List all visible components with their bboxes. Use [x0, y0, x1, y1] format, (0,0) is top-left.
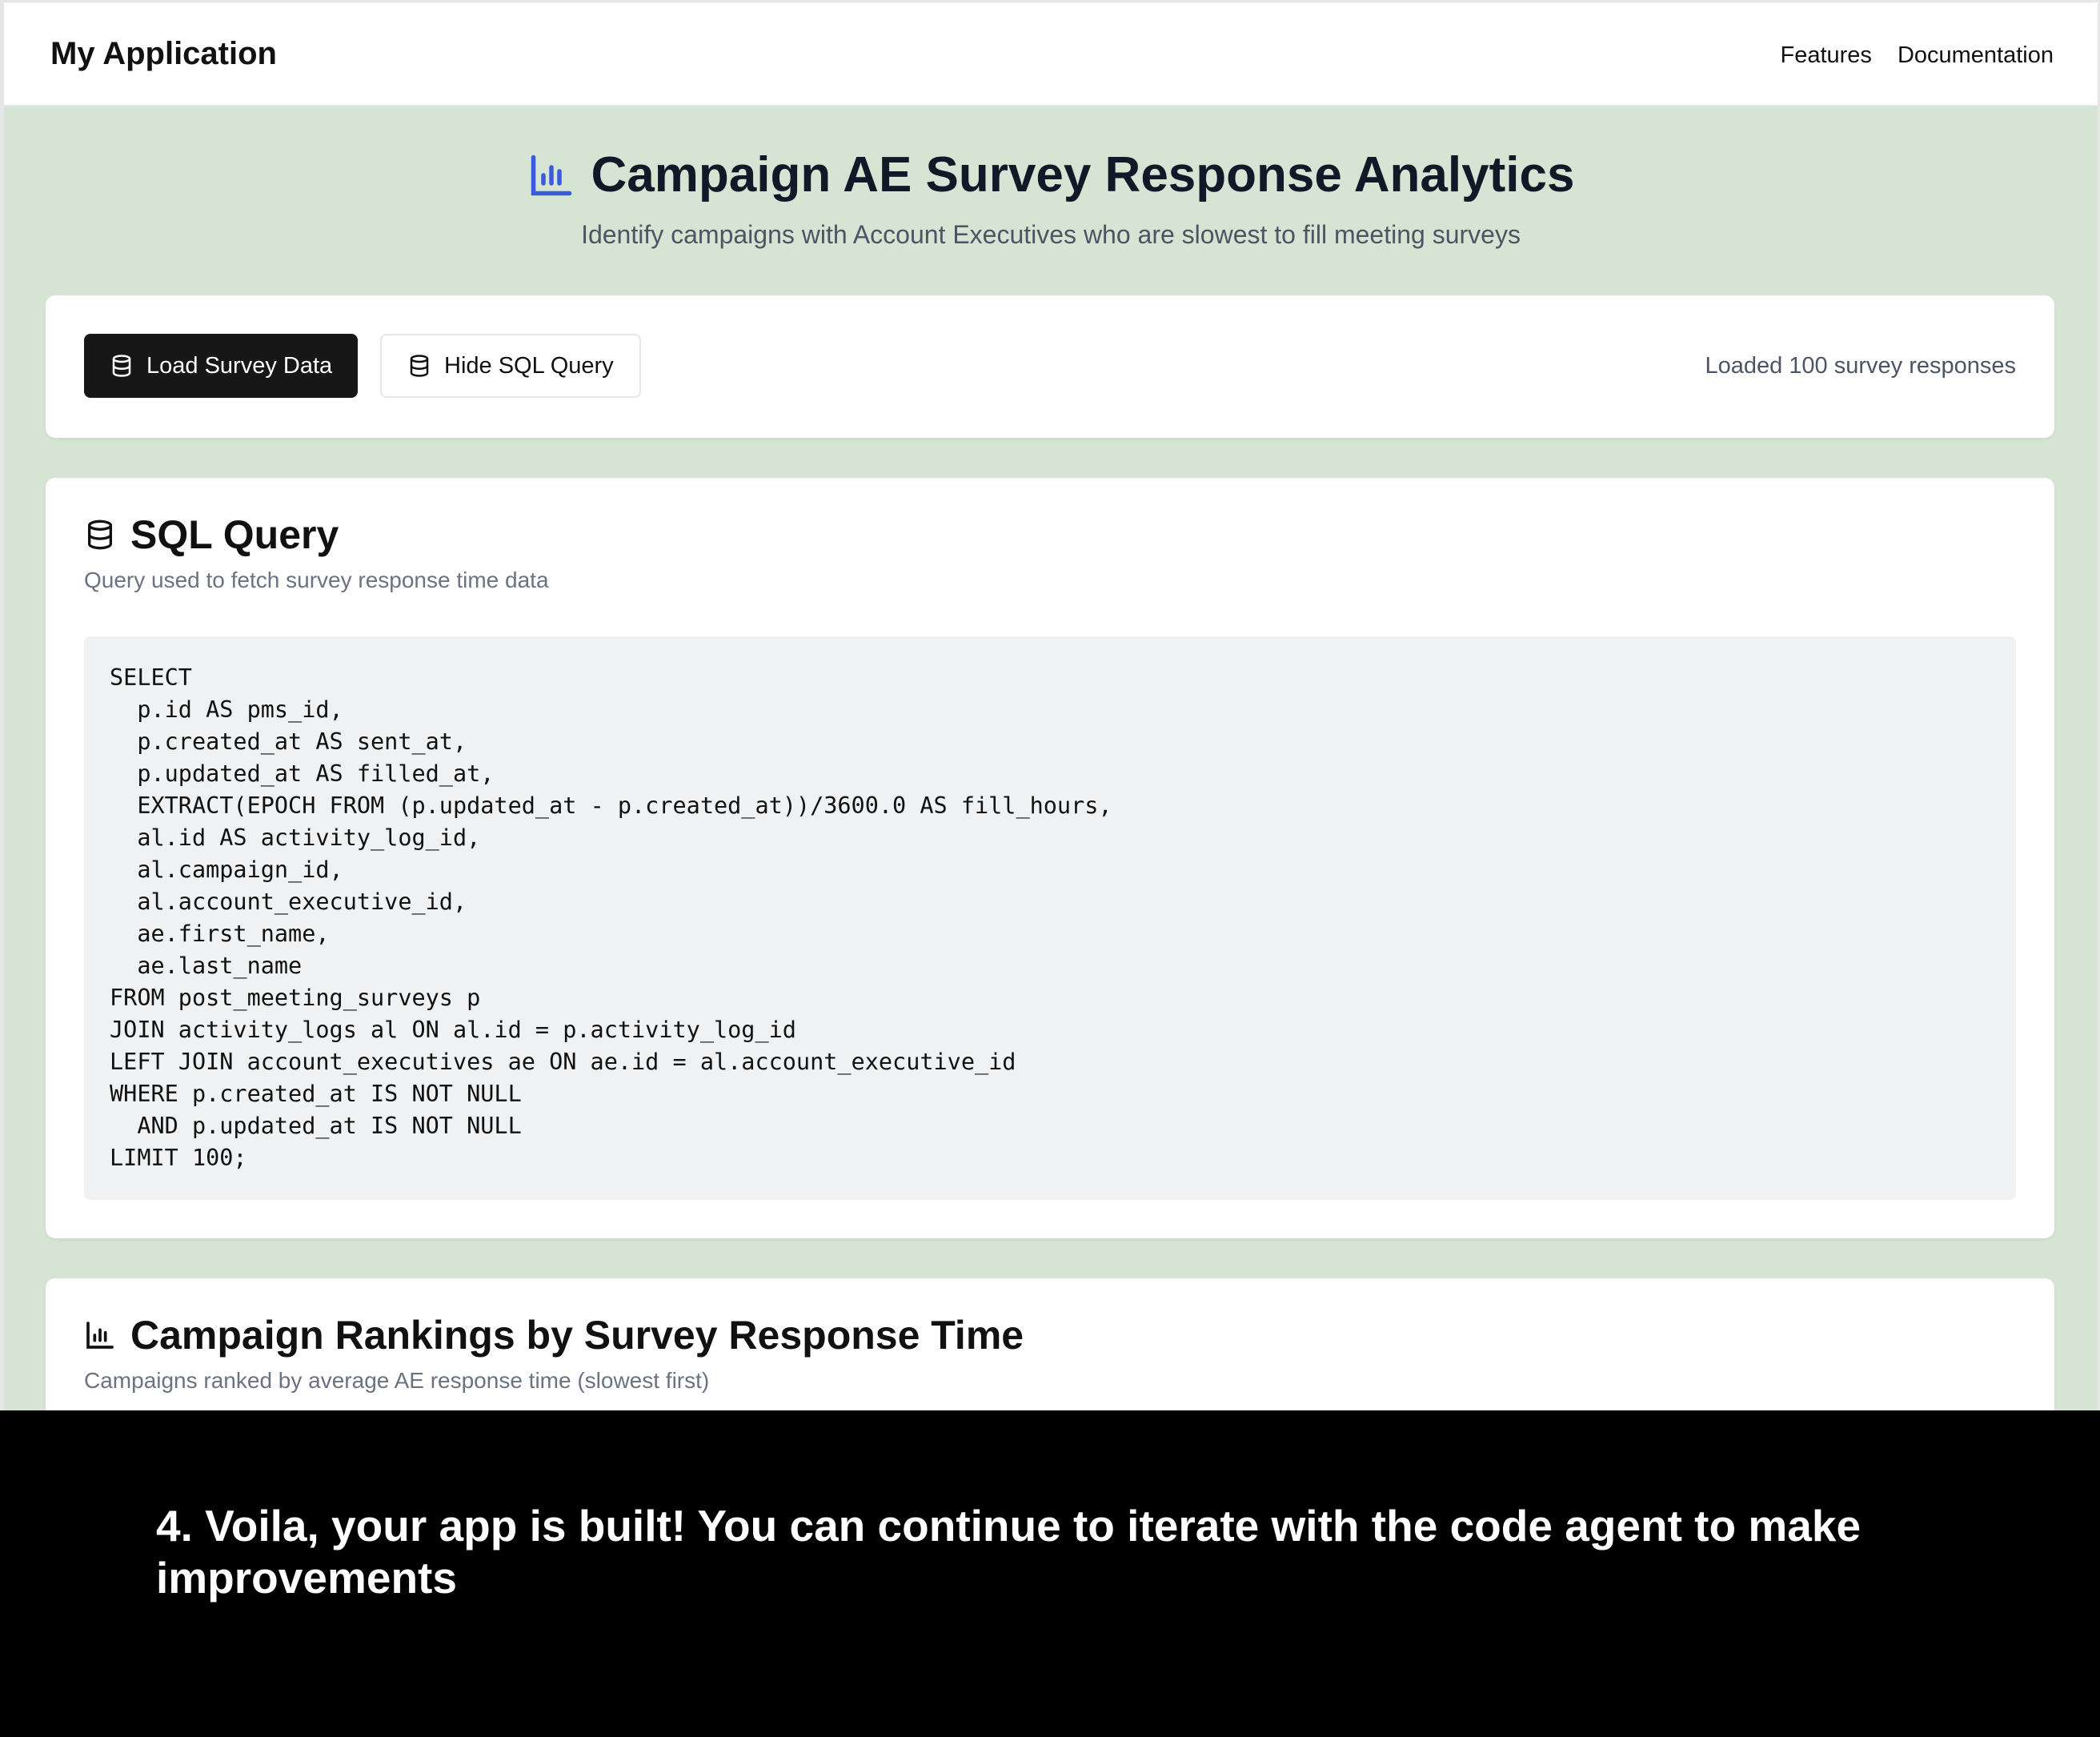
top-navbar: My Application Features Documentation	[4, 2, 2098, 106]
nav-links: Features Documentation	[1780, 42, 2054, 69]
campaign-rankings-description: Campaigns ranked by average AE response …	[84, 1368, 710, 1393]
sql-query-title-text: SQL Query	[130, 512, 339, 557]
campaign-rankings-title: Campaign Rankings by Survey Response Tim…	[84, 1312, 1024, 1358]
database-icon	[88, 519, 112, 550]
campaign-rankings-title-text: Campaign Rankings by Survey Response Tim…	[130, 1313, 1024, 1358]
hide-sql-query-button[interactable]: Hide SQL Query	[380, 334, 641, 398]
load-survey-data-button[interactable]: Load Survey Data	[84, 334, 359, 398]
page-subtitle: Identify campaigns with Account Executiv…	[581, 220, 1521, 249]
nav-link-features[interactable]: Features	[1780, 42, 1871, 69]
sql-code-text: SELECT p.id AS pms_id, p.created_at AS s…	[110, 664, 1112, 1171]
hero-header: Campaign AE Survey Response Analytics	[4, 146, 2098, 203]
page-title: Campaign AE Survey Response Analytics	[527, 146, 1575, 203]
sql-code-block[interactable]: SELECT p.id AS pms_id, p.created_at AS s…	[84, 636, 2016, 1200]
database-icon	[112, 355, 131, 377]
load-survey-data-label: Load Survey Data	[146, 352, 333, 379]
hide-sql-query-label: Hide SQL Query	[444, 352, 614, 379]
campaign-rankings-card: Campaign Rankings by Survey Response Tim…	[46, 1278, 2054, 1410]
database-icon	[410, 355, 429, 377]
app-window: My Application Features Documentation Ca…	[0, 0, 2100, 1410]
app-brand[interactable]: My Application	[50, 36, 277, 72]
nav-link-documentation[interactable]: Documentation	[1898, 42, 2054, 69]
bar-chart-icon	[86, 1322, 114, 1349]
load-status-text: Loaded 100 survey responses	[1705, 353, 2016, 379]
bar-chart-icon	[531, 154, 571, 195]
page-title-text: Campaign AE Survey Response Analytics	[591, 147, 1575, 203]
sql-query-description: Query used to fetch survey response time…	[84, 568, 549, 592]
actions-card: Load Survey Data Hide SQL Query Loaded 1…	[46, 295, 2054, 438]
sql-query-card: SQL Query Query used to fetch survey res…	[46, 478, 2054, 1238]
tutorial-caption: 4. Voila, your app is built! You can con…	[156, 1501, 1862, 1603]
sql-query-title: SQL Query	[84, 511, 339, 558]
